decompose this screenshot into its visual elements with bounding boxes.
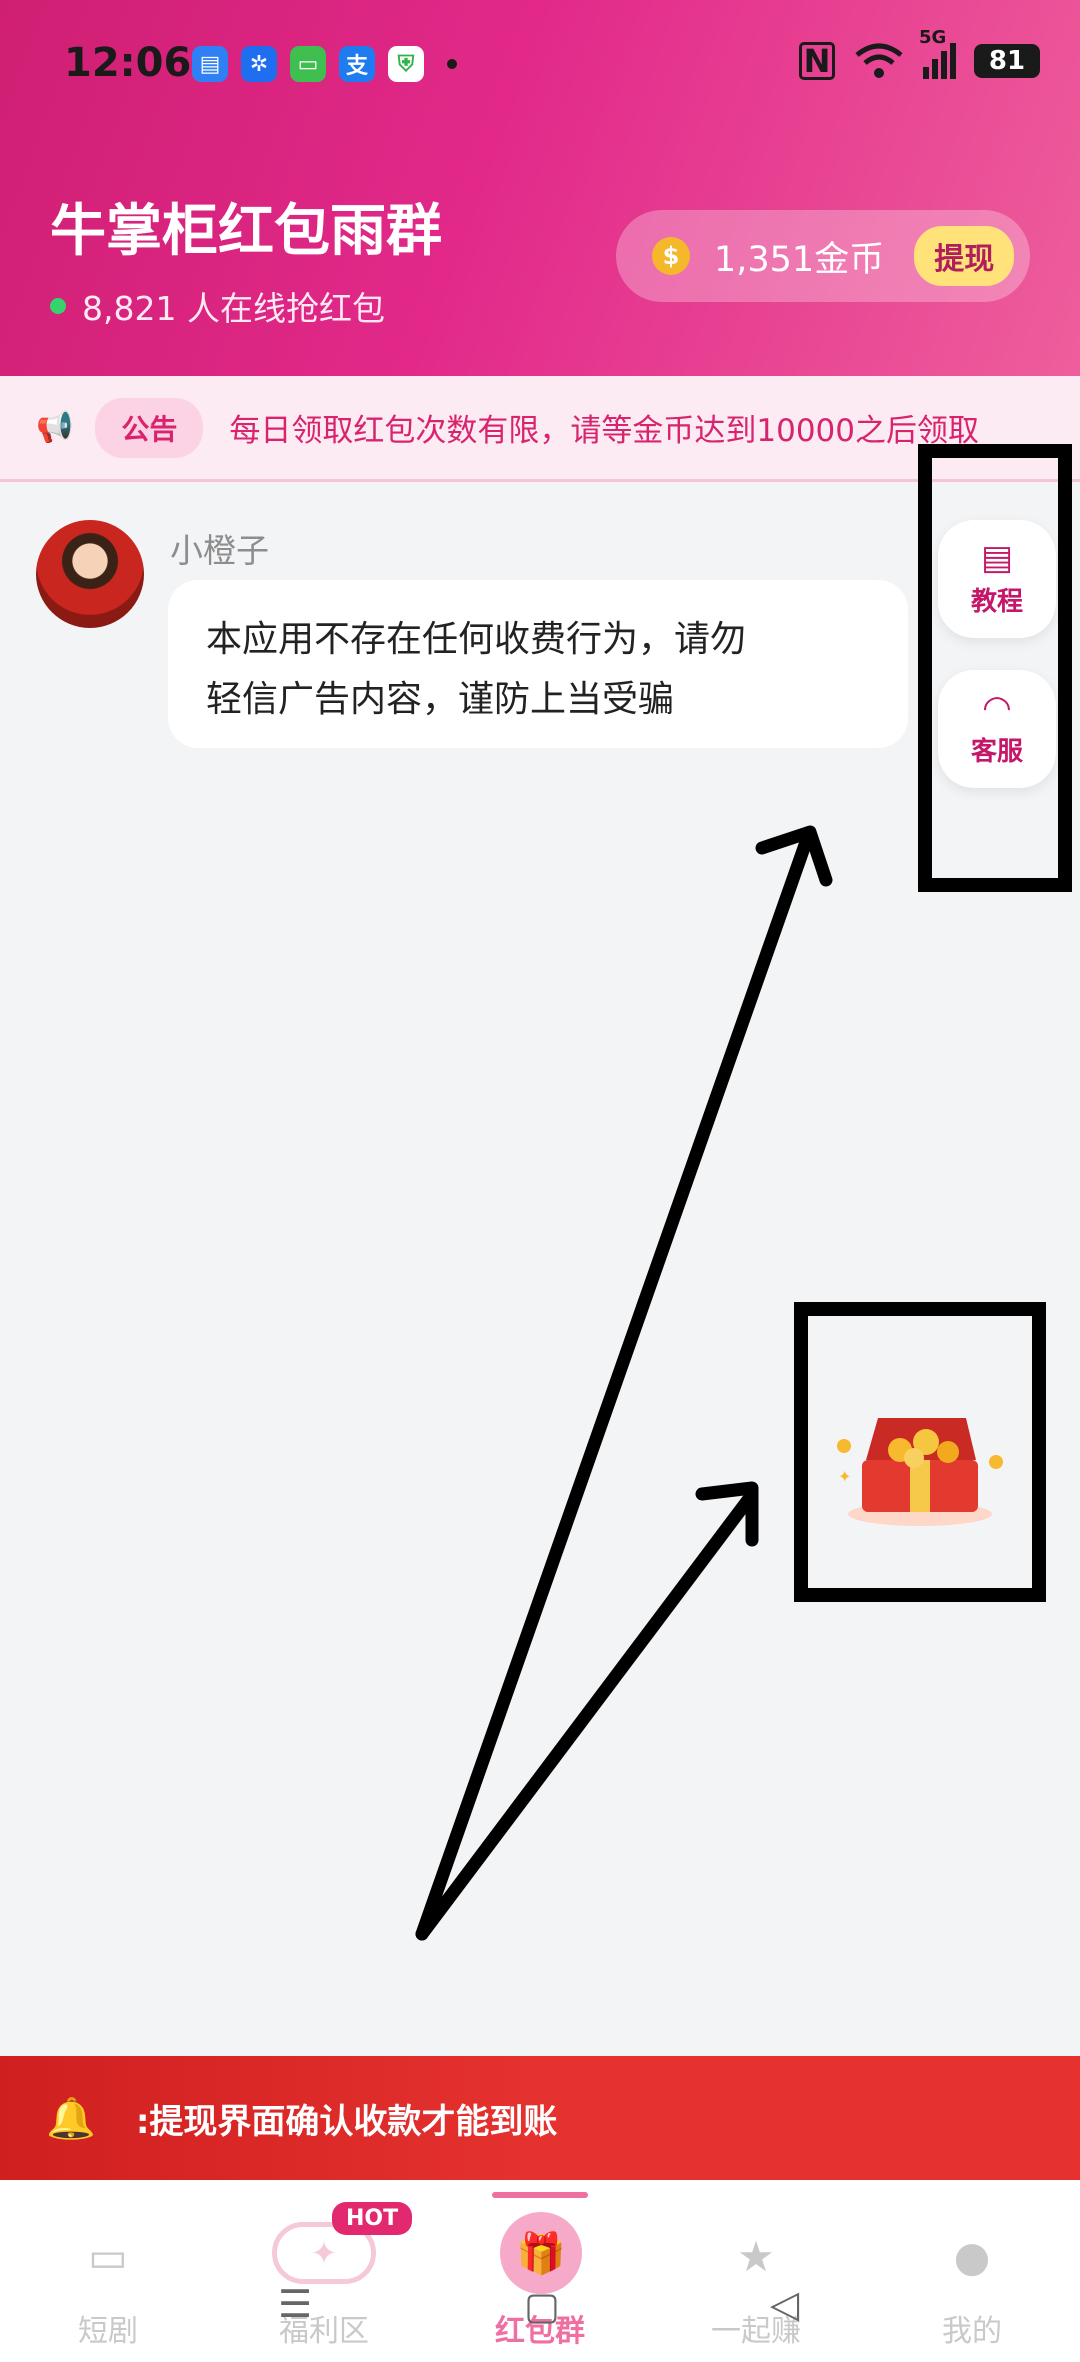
coin-amount: 1,351金币 <box>714 239 885 280</box>
message-line-1: 本应用不存在任何收费行为，请勿 <box>206 619 747 660</box>
red-packet-chest-icon[interactable]: ✦ <box>830 1396 1010 1536</box>
coin-balance[interactable]: $ 1,351金币 提现 <box>616 210 1030 302</box>
status-right: N 5G 81 <box>799 27 1040 80</box>
bell-icon: 🔔 <box>46 2095 96 2142</box>
alipay-app-icon: 支 <box>339 46 375 82</box>
online-text: 8,821 人在线抢红包 <box>82 289 385 328</box>
menu-icon[interactable]: ☰ <box>278 2282 312 2326</box>
signal-icon: 5G <box>919 27 956 79</box>
star-icon: ★ <box>737 2232 775 2281</box>
annotation-box-side-buttons <box>918 444 1072 892</box>
message-bubble: 本应用不存在任何收费行为，请勿 轻信广告内容，谨防上当受骗 <box>168 580 908 748</box>
more-notifications-dot <box>447 59 457 69</box>
battery-icon: 81 <box>974 44 1040 78</box>
announcement-tag: 公告 <box>95 397 204 458</box>
header: 12:06 ▤ ✲ ▭ 支 ⛨ N 5G 81 牛掌柜红包雨群 8,821 人在… <box>0 0 1080 376</box>
chat-app-icon: ▭ <box>290 46 326 82</box>
marquee-bar: 🔔 :提现界面确认收款才能到账 <box>0 2056 1080 2180</box>
avatar[interactable] <box>36 520 144 628</box>
tv-icon: ▭ <box>88 2232 128 2281</box>
coin-icon: $ <box>652 237 690 275</box>
fan-app-icon: ✲ <box>241 46 277 82</box>
nfc-icon: N <box>799 42 835 80</box>
online-dot-icon <box>50 298 66 314</box>
announcement-text: 每日领取红包次数有限，请等金币达到10000之后领取 <box>229 413 979 449</box>
home-icon[interactable]: ▢ <box>524 2284 560 2328</box>
hot-badge: HOT <box>332 2202 413 2235</box>
message-app-icon: ▤ <box>192 46 228 82</box>
svg-text:✦: ✦ <box>838 1467 851 1486</box>
withdraw-button[interactable]: 提现 <box>914 226 1015 286</box>
wifi-icon <box>855 43 903 78</box>
page-title: 牛掌柜红包雨群 <box>50 199 442 264</box>
sender-name: 小橙子 <box>170 531 269 570</box>
megaphone-icon: 📢 <box>36 410 74 445</box>
status-time: 12:06 <box>64 40 192 86</box>
user-icon: ● <box>953 2232 991 2281</box>
online-count: 8,821 人在线抢红包 <box>50 282 385 330</box>
status-bar: 12:06 ▤ ✲ ▭ 支 ⛨ N 5G 81 <box>0 0 1080 120</box>
system-nav-bar: ☰ ▢ ◁ <box>0 2282 1080 2362</box>
shield-app-icon: ⛨ <box>388 46 424 82</box>
back-icon[interactable]: ◁ <box>770 2282 799 2326</box>
message-line-2: 轻信广告内容，谨防上当受骗 <box>206 679 675 720</box>
notification-icons: ▤ ✲ ▭ 支 ⛨ <box>192 46 457 82</box>
network-type: 5G <box>919 27 947 48</box>
marquee-text: :提现界面确认收款才能到账 <box>135 2101 558 2142</box>
